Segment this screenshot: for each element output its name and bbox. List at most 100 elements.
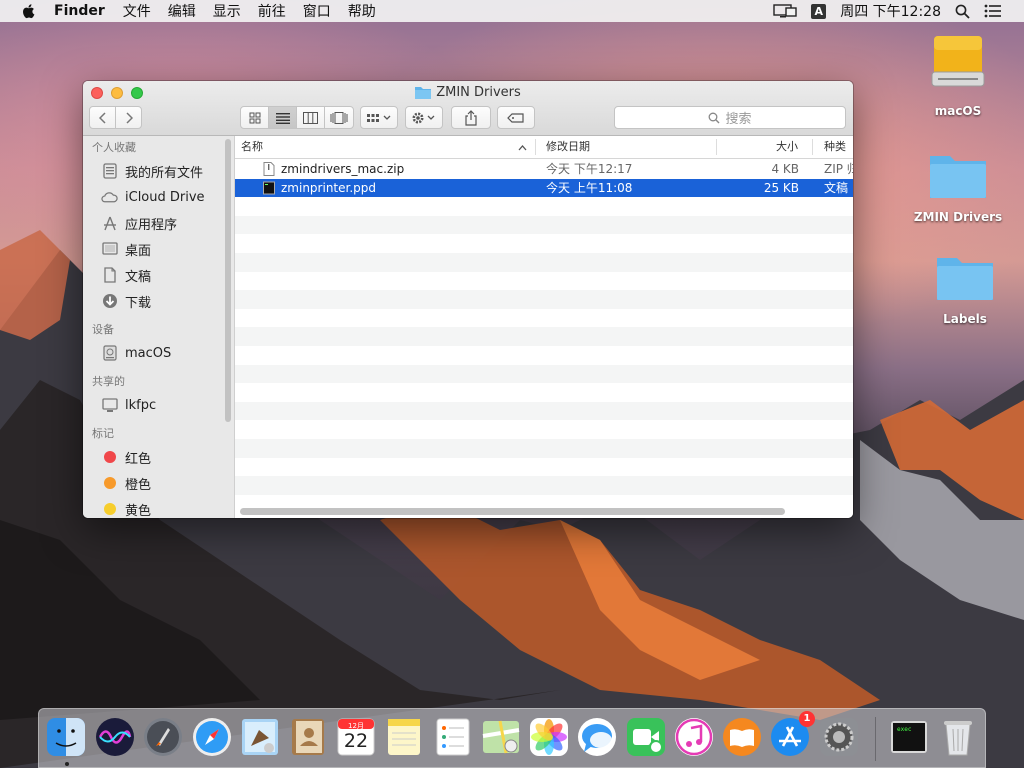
- facetime-icon: [627, 718, 665, 756]
- menu-window[interactable]: 窗口: [303, 1, 331, 21]
- horizontal-scrollbar[interactable]: [240, 508, 785, 515]
- dock-item-notes[interactable]: [383, 716, 425, 758]
- sidebar-item-documents[interactable]: 文稿: [83, 262, 234, 288]
- empty-row: [235, 234, 853, 253]
- dock-item-launchpad[interactable]: [142, 716, 184, 758]
- dock-item-finder[interactable]: [45, 716, 87, 758]
- menu-finder[interactable]: Finder: [54, 3, 105, 19]
- list-view-button[interactable]: [269, 107, 297, 128]
- empty-row: [235, 197, 853, 216]
- icon-view-button[interactable]: [241, 107, 269, 128]
- share-icon: [465, 109, 477, 126]
- terminal-icon: [891, 721, 927, 753]
- running-indicator: [65, 762, 69, 766]
- desktop-icon-labels[interactable]: Labels: [915, 250, 1015, 326]
- folder-icon: [930, 156, 986, 198]
- search-field[interactable]: 搜索: [614, 106, 846, 129]
- sort-ascending-icon[interactable]: [518, 145, 527, 151]
- file-kind: 文稿: [824, 180, 849, 195]
- dock-item-app-store[interactable]: 1: [769, 711, 815, 758]
- table-row[interactable]: zmindrivers_mac.zip 今天 下午12:17 4 KB ZIP …: [235, 160, 853, 179]
- dock-item-contacts[interactable]: [287, 716, 329, 758]
- dock-item-trash[interactable]: [937, 716, 979, 758]
- dock-item-maps[interactable]: [480, 716, 522, 758]
- file-size: 4 KB: [771, 162, 799, 176]
- desktop-icon: [101, 241, 118, 258]
- all-files-icon: [101, 163, 118, 180]
- finder-window: ZMIN Drivers 搜索 个人收藏 我的所有文件 iCloud Drive…: [83, 81, 853, 518]
- red-tag-icon: [103, 451, 116, 463]
- menu-help[interactable]: 帮助: [348, 1, 376, 21]
- sidebar-item-macos[interactable]: macOS: [83, 340, 234, 366]
- dock-item-reminders[interactable]: [432, 716, 474, 758]
- forward-button[interactable]: [116, 107, 141, 128]
- sidebar-scrollbar[interactable]: [225, 139, 231, 422]
- window-titlebar[interactable]: ZMIN Drivers 搜索: [83, 81, 853, 136]
- window-title: ZMIN Drivers: [83, 85, 853, 100]
- column-kind[interactable]: 种类: [824, 136, 846, 158]
- cover-flow-button[interactable]: [325, 107, 353, 128]
- chevron-right-icon: [125, 111, 133, 124]
- dock-item-ibooks[interactable]: [721, 716, 763, 758]
- tags-button[interactable]: [497, 106, 535, 129]
- apple-logo-icon[interactable]: [20, 2, 38, 20]
- menubar-clock[interactable]: 周四 下午12:28: [840, 1, 941, 21]
- notification-center-icon[interactable]: [984, 4, 1002, 18]
- column-size[interactable]: 大小: [776, 136, 798, 158]
- maps-icon: [482, 720, 520, 754]
- sidebar-heading-shared: 共享的: [92, 375, 125, 388]
- trash-icon: [944, 721, 972, 756]
- sidebar-tag-red[interactable]: 红色: [83, 444, 234, 470]
- sidebar-tag-orange[interactable]: 橙色: [83, 470, 234, 496]
- gear-icon: [412, 112, 435, 123]
- terminal-exec-text: exec: [897, 726, 912, 733]
- sidebar-item-icloud-drive[interactable]: iCloud Drive: [83, 184, 234, 210]
- menu-edit[interactable]: 编辑: [168, 1, 196, 21]
- documents-icon: [101, 267, 118, 284]
- table-row[interactable]: zminprinter.ppd 今天 上午11:08 25 KB 文稿: [235, 178, 853, 198]
- sidebar-item-all-files[interactable]: 我的所有文件: [83, 158, 234, 184]
- dock-item-calendar[interactable]: 12月 22: [335, 716, 377, 758]
- ibooks-icon: [723, 718, 761, 756]
- action-button[interactable]: [405, 106, 443, 129]
- dock: 12月 22 1 exec: [38, 708, 986, 768]
- empty-row: [235, 290, 853, 309]
- dock-item-photos[interactable]: [528, 716, 570, 758]
- sidebar-heading-favorites: 个人收藏: [92, 141, 136, 154]
- desktop-icon-macos[interactable]: macOS: [908, 30, 1008, 118]
- arrange-button[interactable]: [360, 106, 398, 129]
- desktop-icon-label: macOS: [934, 104, 982, 118]
- sidebar-tag-yellow[interactable]: 黄色: [83, 496, 234, 518]
- sidebar-item-label: 黄色: [125, 503, 152, 519]
- view-mode-buttons: [240, 106, 354, 129]
- share-button[interactable]: [451, 106, 491, 129]
- airplay-display-icon[interactable]: [773, 3, 797, 19]
- dock-item-facetime[interactable]: [625, 716, 667, 758]
- menu-view[interactable]: 显示: [213, 1, 241, 21]
- desktop-icon-zmin-drivers[interactable]: ZMIN Drivers: [908, 148, 1008, 224]
- back-button[interactable]: [90, 107, 116, 128]
- siri-icon: [96, 718, 134, 756]
- dock-item-terminal[interactable]: exec: [888, 716, 930, 758]
- input-method-indicator[interactable]: A: [811, 3, 827, 19]
- column-date[interactable]: 修改日期: [546, 136, 590, 158]
- search-icon: [709, 112, 720, 123]
- dock-item-mail[interactable]: [239, 716, 281, 758]
- menu-file[interactable]: 文件: [123, 1, 151, 21]
- empty-row: [235, 364, 853, 384]
- sidebar-item-downloads[interactable]: 下载: [83, 288, 234, 314]
- menu-go[interactable]: 前往: [258, 1, 286, 21]
- dock-item-safari[interactable]: [191, 716, 233, 758]
- sidebar-item-applications[interactable]: 应用程序: [83, 210, 234, 236]
- dock-item-itunes[interactable]: [673, 716, 715, 758]
- column-header: 名称 修改日期 大小 种类: [235, 136, 853, 159]
- column-name[interactable]: 名称: [241, 136, 263, 158]
- file-name: zmindrivers_mac.zip: [281, 162, 405, 176]
- column-view-button[interactable]: [297, 107, 325, 128]
- dock-item-system-preferences[interactable]: [818, 716, 860, 758]
- sidebar-item-lkfpc[interactable]: lkfpc: [83, 392, 234, 418]
- dock-item-siri[interactable]: [94, 716, 136, 758]
- dock-item-messages[interactable]: [576, 716, 618, 758]
- spotlight-search-icon[interactable]: [955, 4, 970, 19]
- sidebar-item-desktop[interactable]: 桌面: [83, 236, 234, 262]
